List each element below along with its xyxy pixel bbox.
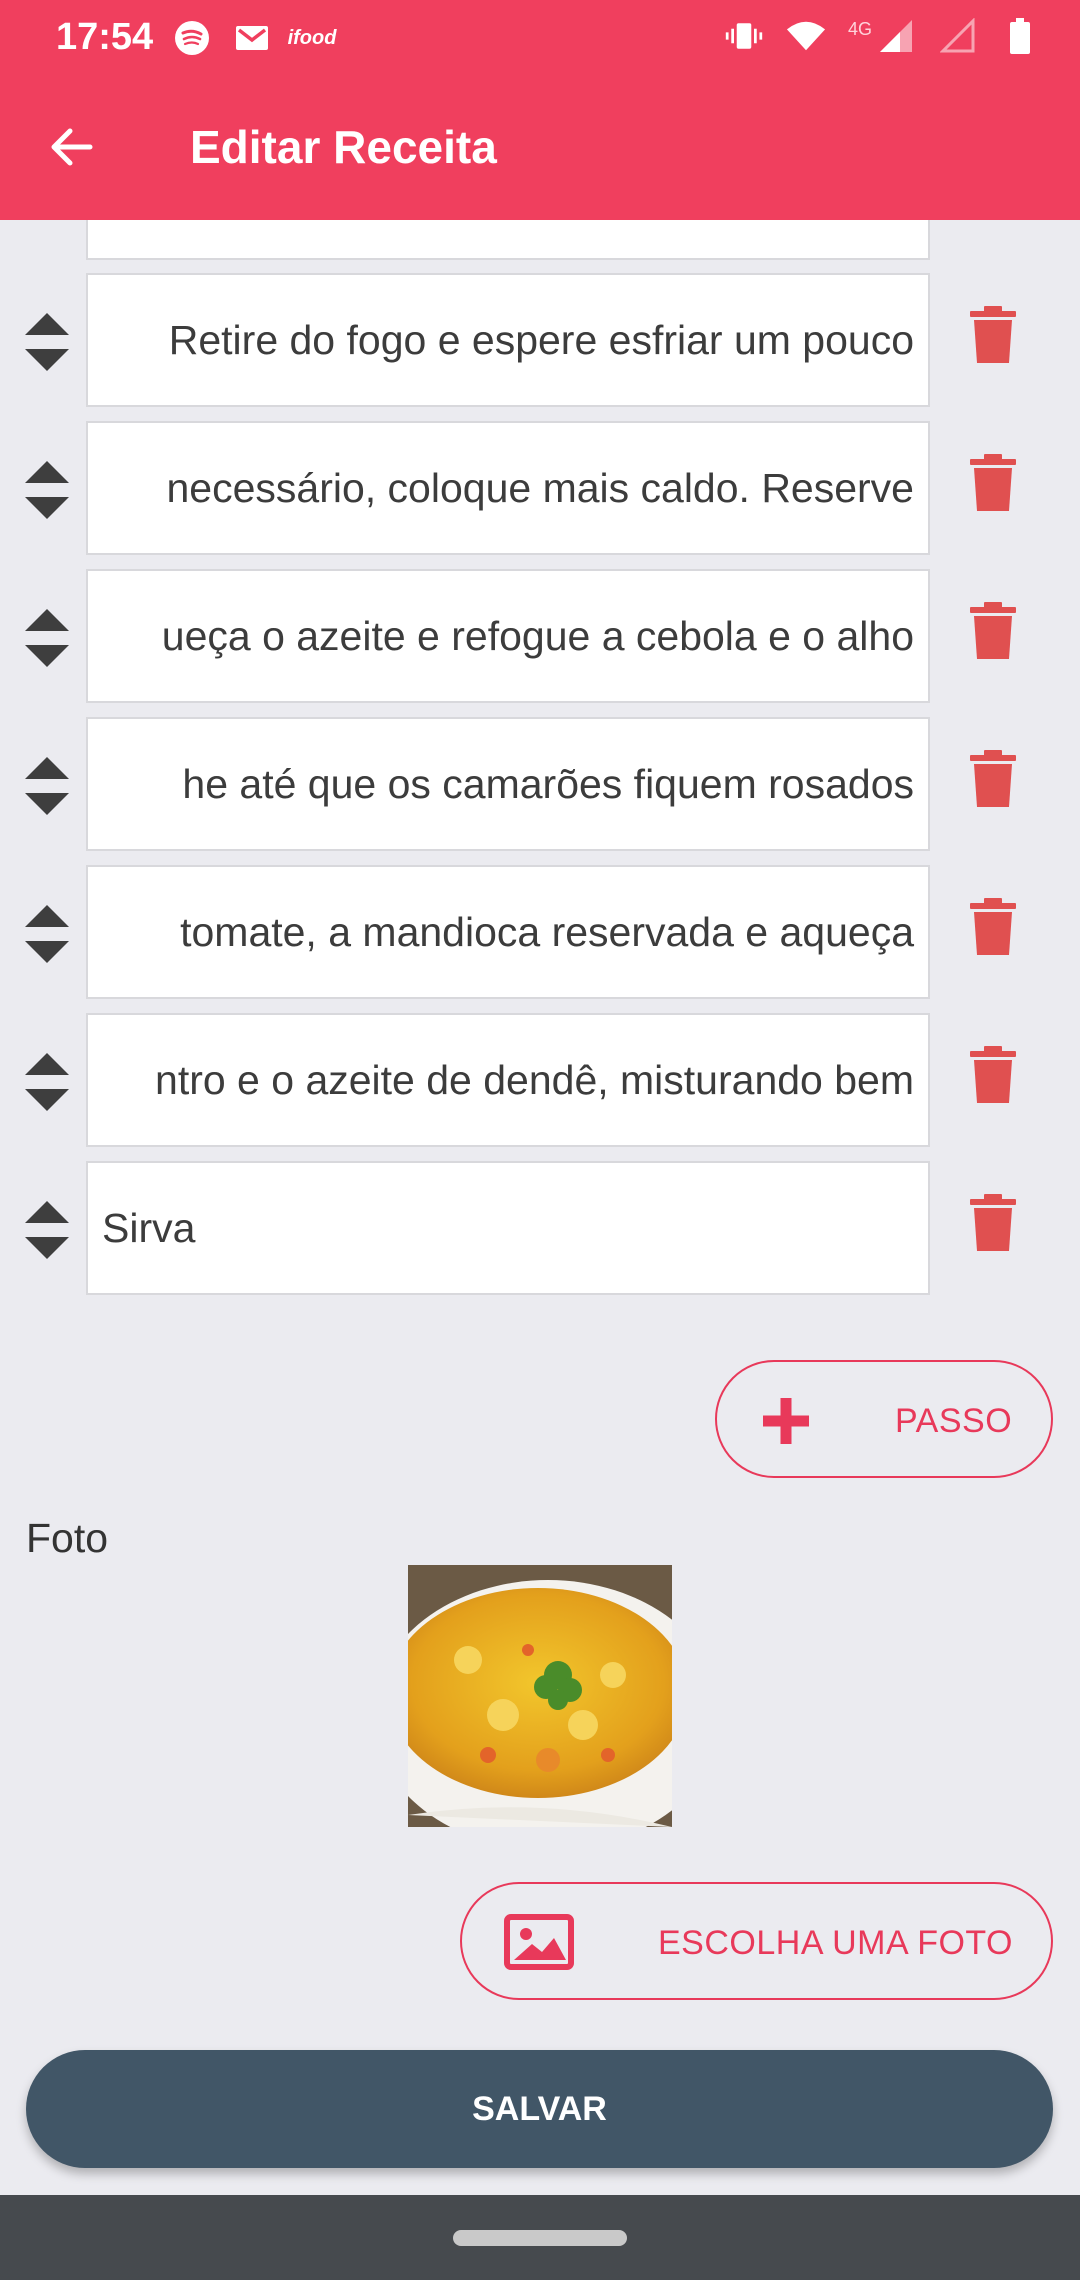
step-input[interactable]: ntro e o azeite de dendê, misturando bem — [86, 1013, 930, 1147]
step-text: necessário, coloque mais caldo. Reserve — [166, 464, 915, 511]
notification-icons: ifood — [172, 18, 337, 58]
delete-step-icon[interactable] — [968, 1193, 1018, 1253]
drag-handle-icon[interactable] — [22, 901, 72, 967]
step-row: tomate, a mandioca reservada e aqueça — [0, 865, 1080, 999]
step-input[interactable]: Sirva — [86, 1161, 930, 1295]
spotify-icon — [172, 18, 212, 58]
step-text: Sirva — [102, 1204, 196, 1251]
step-row: he até que os camarões fiquem rosados — [0, 717, 1080, 851]
add-step-label: PASSO — [895, 1402, 1013, 1440]
step-input[interactable]: he até que os camarões fiquem rosados — [86, 717, 930, 851]
home-gesture-pill[interactable] — [453, 2230, 627, 2246]
recipe-steps-content[interactable]: Retire do fogo e espere esfriar um pouco… — [0, 220, 1080, 2195]
step-text: ueça o azeite e refogue a cebola e o alh… — [161, 612, 914, 659]
delete-step-icon[interactable] — [968, 601, 1018, 661]
step-text: ntro e o azeite de dendê, misturando bem — [155, 1056, 914, 1103]
step-input[interactable]: ueça o azeite e refogue a cebola e o alh… — [86, 569, 930, 703]
system-icons: 4G — [724, 16, 1040, 56]
drag-handle-icon[interactable] — [22, 457, 72, 523]
system-navigation-bar — [0, 2195, 1080, 2280]
drag-handle-icon[interactable] — [22, 605, 72, 671]
step-row: ueça o azeite e refogue a cebola e o alh… — [0, 569, 1080, 703]
add-step-button[interactable]: PASSO — [715, 1360, 1053, 1478]
arrow-back-icon — [51, 128, 93, 166]
choose-photo-label: ESCOLHA UMA FOTO — [658, 1924, 1014, 1962]
delete-step-icon[interactable] — [968, 305, 1018, 365]
step-row: ntro e o azeite de dendê, misturando bem — [0, 1013, 1080, 1147]
delete-step-icon[interactable] — [968, 453, 1018, 513]
gmail-icon — [232, 18, 272, 58]
network-type-label: 4G — [847, 18, 872, 39]
drag-handle-icon[interactable] — [22, 753, 72, 819]
status-bar: 17:54 ifood 4G — [0, 0, 1080, 75]
choose-photo-button[interactable]: ESCOLHA UMA FOTO — [460, 1882, 1053, 2000]
battery-icon — [1000, 16, 1040, 56]
signal-empty-icon — [938, 16, 978, 56]
image-icon — [504, 1914, 574, 1970]
step-input-partial[interactable] — [86, 220, 930, 260]
plus-icon — [763, 1398, 809, 1444]
step-text: tomate, a mandioca reservada e aqueça — [180, 908, 914, 955]
photo-section-label: Foto — [26, 1515, 109, 1561]
drag-handle-icon[interactable] — [22, 1197, 72, 1263]
signal-icon — [876, 16, 916, 56]
delete-step-icon[interactable] — [968, 897, 1018, 957]
step-row: necessário, coloque mais caldo. Reserve — [0, 421, 1080, 555]
save-button[interactable]: SALVAR — [26, 2050, 1053, 2168]
step-text: Retire do fogo e espere esfriar um pouco — [168, 316, 914, 363]
step-row: Retire do fogo e espere esfriar um pouco — [0, 273, 1080, 407]
back-button[interactable] — [36, 113, 104, 181]
step-text: he até que os camarões fiquem rosados — [182, 760, 914, 807]
step-input[interactable]: tomate, a mandioca reservada e aqueça — [86, 865, 930, 999]
page-title: Editar Receita — [190, 121, 497, 173]
app-bar: Editar Receita — [0, 75, 1080, 220]
recipe-photo — [408, 1565, 672, 1827]
ifood-icon: ifood — [287, 26, 337, 49]
wifi-icon — [786, 16, 826, 56]
step-input[interactable]: necessário, coloque mais caldo. Reserve — [86, 421, 930, 555]
delete-step-icon[interactable] — [968, 749, 1018, 809]
drag-handle-icon[interactable] — [22, 1049, 72, 1115]
status-time: 17:54 — [56, 16, 154, 58]
step-row: Sirva — [0, 1161, 1080, 1295]
vibrate-icon — [724, 16, 764, 56]
delete-step-icon[interactable] — [968, 1045, 1018, 1105]
step-input[interactable]: Retire do fogo e espere esfriar um pouco — [86, 273, 930, 407]
drag-handle-icon[interactable] — [22, 309, 72, 375]
